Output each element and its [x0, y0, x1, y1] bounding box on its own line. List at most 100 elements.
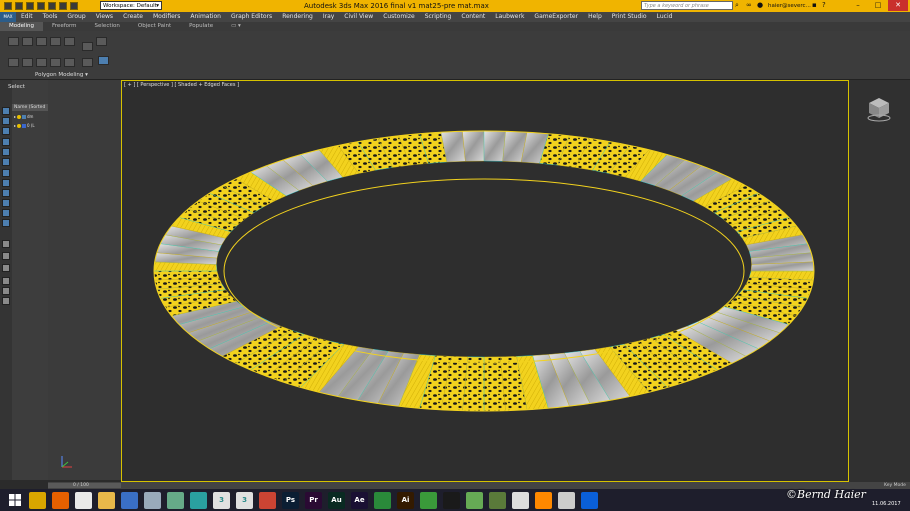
ribbon-tool-icon[interactable] [82, 58, 93, 67]
display-tool-icon[interactable] [2, 148, 10, 156]
menu-gameexporter[interactable]: GameExporter [529, 12, 583, 22]
search-input[interactable]: Type a keyword or phrase [641, 1, 733, 10]
viewport-label[interactable]: [ + ] [ Perspective ] [ Shaded + Edged F… [124, 82, 239, 88]
filter-icon[interactable] [2, 277, 10, 285]
menu-group[interactable]: Group [62, 12, 90, 22]
key-mode-label[interactable]: Key Mode [884, 482, 906, 489]
list-tool-icon[interactable] [2, 252, 10, 260]
menu-animation[interactable]: Animation [185, 12, 226, 22]
element-mode-icon[interactable] [64, 37, 75, 46]
undo-icon[interactable] [48, 2, 56, 10]
time-slider[interactable]: 0 / 100 Key Mode [48, 482, 910, 489]
project-folder-icon[interactable] [70, 2, 78, 10]
light-bulb-icon[interactable] [17, 123, 22, 128]
menu-customize[interactable]: Customize [378, 12, 420, 22]
menu-graph-editors[interactable]: Graph Editors [226, 12, 277, 22]
explorer-icon[interactable] [29, 491, 46, 509]
menu-iray[interactable]: Iray [318, 12, 339, 22]
layers-icon[interactable] [2, 297, 10, 305]
alien-icon[interactable] [144, 491, 161, 509]
filter-tool-icon[interactable] [2, 169, 10, 177]
viewcube-icon[interactable] [866, 96, 892, 122]
tab-object-paint[interactable]: Object Paint [129, 22, 180, 31]
list-item[interactable]: ▸ dm [14, 113, 33, 120]
app-menu-icon[interactable] [4, 2, 12, 10]
ribbon-tool-icon[interactable] [64, 58, 75, 67]
utilities-tool-icon[interactable] [2, 158, 10, 166]
ribbon-options-icon[interactable]: ▭ ▾ [222, 22, 250, 31]
3dsmax-2-icon[interactable]: 3 [213, 491, 230, 509]
floppy-icon[interactable] [121, 491, 138, 509]
menu-scripting[interactable]: Scripting [420, 12, 457, 22]
menu-tools[interactable]: Tools [38, 12, 63, 22]
menu-modifiers[interactable]: Modifiers [148, 12, 185, 22]
tab-selection[interactable]: Selection [86, 22, 129, 31]
menu-print-studio[interactable]: Print Studio [607, 12, 652, 22]
menu-create[interactable]: Create [118, 12, 148, 22]
audition-icon[interactable]: Au [328, 491, 345, 509]
window-icon[interactable] [512, 491, 529, 509]
tab-modeling[interactable]: Modeling [0, 22, 44, 31]
light-bulb-icon[interactable] [17, 114, 22, 119]
filter-tool-icon[interactable] [2, 179, 10, 187]
workspace-selector[interactable]: Workspace: Default ▾ [100, 1, 162, 10]
create-tool-icon[interactable] [2, 107, 10, 115]
select-label[interactable]: Select [8, 84, 25, 90]
close-button[interactable]: ✕ [888, 0, 908, 11]
cart-icon[interactable]: ▪ [812, 1, 817, 9]
after-effects-icon[interactable]: Ae [351, 491, 368, 509]
firefox-icon[interactable] [52, 491, 69, 509]
ribbon-tool-icon[interactable] [98, 56, 109, 65]
ribbon-tool-icon[interactable] [8, 58, 19, 67]
save-icon[interactable] [37, 2, 45, 10]
list-item[interactable]: ▸ 0 (L [14, 122, 35, 129]
menu-rendering[interactable]: Rendering [277, 12, 318, 22]
premiere-icon[interactable]: Pr [305, 491, 322, 509]
menu-help[interactable]: Help [583, 12, 607, 22]
ribbon-tool-icon[interactable] [96, 37, 107, 46]
perspective-viewport[interactable]: [ + ] [ Perspective ] [ Shaded + Edged F… [121, 80, 849, 482]
search-icon[interactable]: ⌕ [735, 1, 739, 10]
menu-content[interactable]: Content [456, 12, 490, 22]
3dsmax-3-icon[interactable]: 3 [236, 491, 253, 509]
ribbon-tool-icon[interactable] [22, 58, 33, 67]
filter-tool-icon[interactable] [2, 209, 10, 217]
filter-tool-icon[interactable] [2, 219, 10, 227]
photoshop-icon[interactable]: Ps [282, 491, 299, 509]
polygon-mode-icon[interactable] [50, 37, 61, 46]
menu-edit[interactable]: Edit [16, 12, 38, 22]
tab-populate[interactable]: Populate [180, 22, 222, 31]
redo-icon[interactable] [59, 2, 67, 10]
menu-civil-view[interactable]: Civil View [339, 12, 378, 22]
refresh-icon[interactable] [374, 491, 391, 509]
sketchup-icon[interactable] [259, 491, 276, 509]
border-mode-icon[interactable] [36, 37, 47, 46]
filter-tool-icon[interactable] [2, 199, 10, 207]
modify-tool-icon[interactable] [2, 117, 10, 125]
folder-icon[interactable] [98, 491, 115, 509]
arrow-up-icon[interactable] [443, 491, 460, 509]
menu-lucid[interactable]: Lucid [652, 12, 678, 22]
new-file-icon[interactable] [15, 2, 23, 10]
3dsmax-icon[interactable] [190, 491, 207, 509]
menu-laubwerk[interactable]: Laubwerk [490, 12, 529, 22]
ribbon-tool-icon[interactable] [50, 58, 61, 67]
globe-icon[interactable] [420, 491, 437, 509]
maximize-button[interactable]: □ [868, 0, 888, 11]
ribbon-tool-icon[interactable] [36, 58, 47, 67]
list-tool-icon[interactable] [2, 264, 10, 272]
chevron-down-icon[interactable]: ▾ [85, 72, 88, 78]
vlc-icon[interactable] [535, 491, 552, 509]
filter-tool-icon[interactable] [2, 189, 10, 197]
max-logo[interactable]: MAX [0, 12, 16, 22]
windows-start-icon[interactable] [6, 491, 23, 509]
expand-icon[interactable]: ▸ [14, 114, 16, 119]
open-file-icon[interactable] [26, 2, 34, 10]
vertex-mode-icon[interactable] [8, 37, 19, 46]
user-account[interactable]: haier@severc... [768, 0, 811, 12]
name-column-header[interactable]: Name (Sorted [12, 104, 48, 111]
hierarchy-tool-icon[interactable] [2, 127, 10, 135]
list-tool-icon[interactable] [2, 240, 10, 248]
screen-icon[interactable] [558, 491, 575, 509]
twisted-torus-model[interactable] [122, 81, 848, 481]
